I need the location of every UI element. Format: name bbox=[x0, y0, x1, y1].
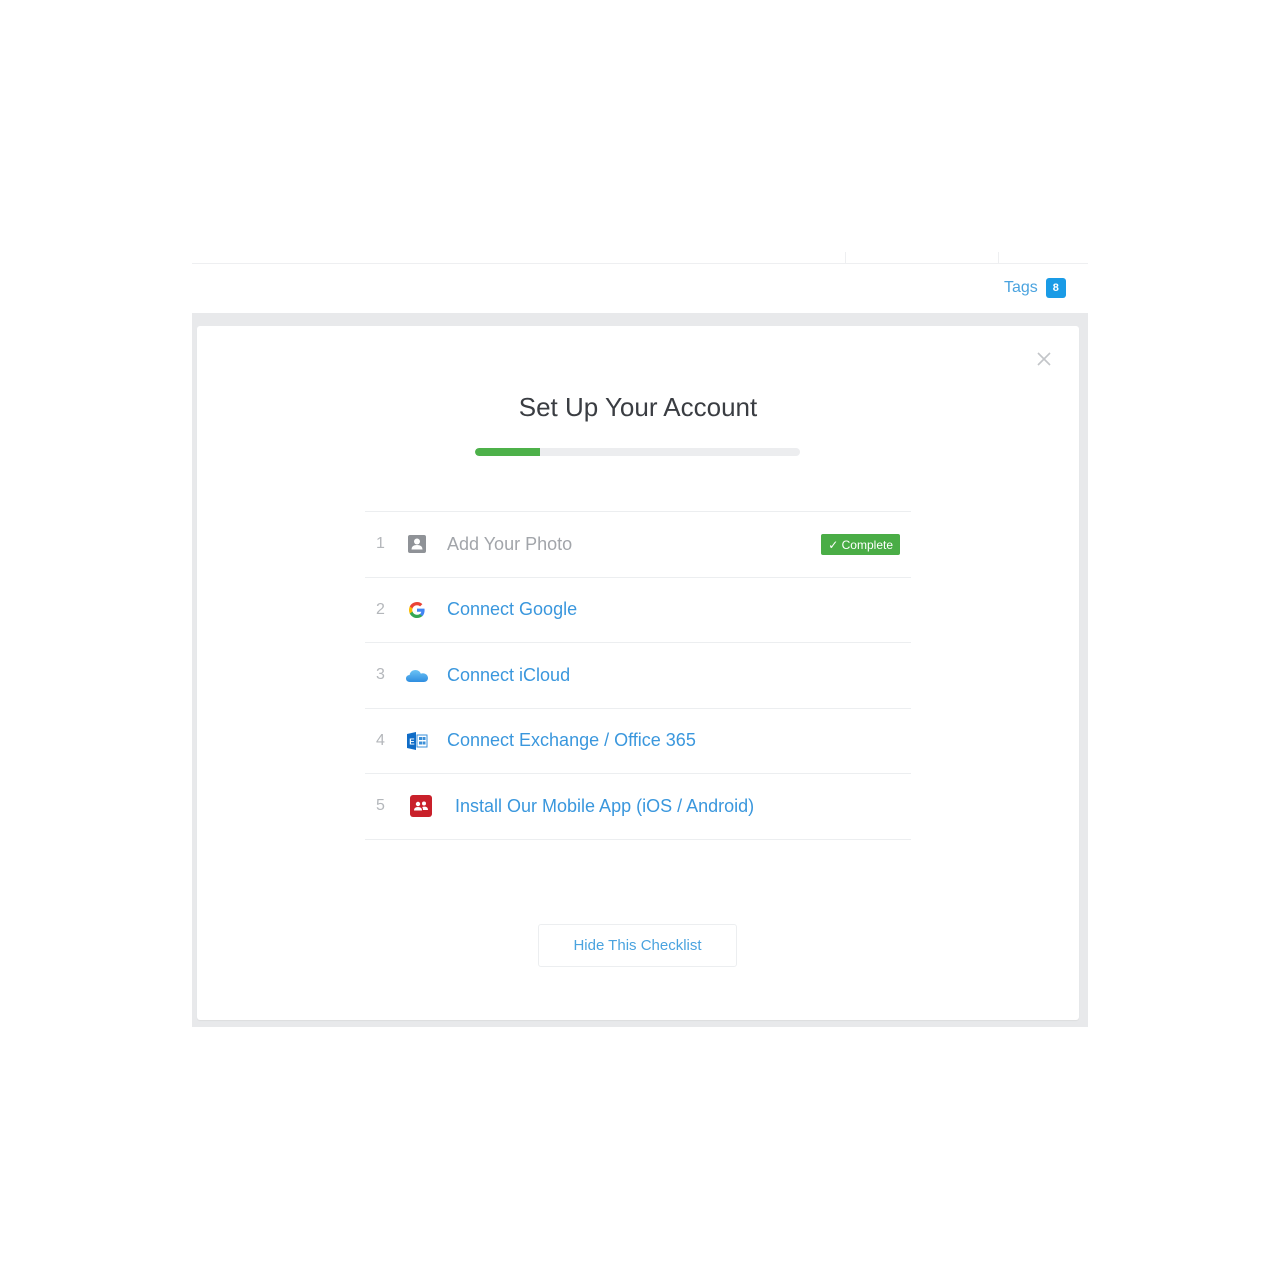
column-separator bbox=[845, 252, 846, 263]
setup-checklist-panel: Set Up Your Account 1 Add Your Photo ✓ C… bbox=[197, 326, 1079, 1020]
item-label: Add Your Photo bbox=[447, 533, 573, 554]
item-number: 1 bbox=[376, 535, 385, 553]
tags-link[interactable]: Tags 8 bbox=[1004, 277, 1066, 299]
top-divider bbox=[192, 263, 1088, 264]
item-label: Connect iCloud bbox=[447, 664, 571, 685]
hide-checklist-button[interactable]: Hide This Checklist bbox=[538, 924, 737, 967]
item-label: Connect Google bbox=[447, 599, 578, 620]
checklist: 1 Add Your Photo ✓ Complete 2 Connect Go… bbox=[365, 511, 911, 840]
item-number: 4 bbox=[376, 731, 385, 749]
item-label: Connect Exchange / Office 365 bbox=[447, 730, 696, 751]
icloud-icon bbox=[405, 664, 429, 686]
item-label: Install Our Mobile App (iOS / Android) bbox=[455, 795, 755, 816]
column-separator bbox=[998, 252, 999, 263]
exchange-icon: E bbox=[405, 730, 429, 752]
google-icon bbox=[405, 599, 429, 621]
close-icon bbox=[1037, 352, 1051, 366]
user-photo-icon bbox=[405, 533, 429, 555]
complete-badge: ✓ Complete bbox=[821, 534, 900, 555]
item-number: 3 bbox=[376, 666, 385, 684]
tags-count-badge: 8 bbox=[1045, 278, 1066, 298]
checklist-item-connect-google[interactable]: 2 Connect Google bbox=[365, 578, 911, 643]
panel-title: Set Up Your Account bbox=[518, 392, 758, 422]
svg-text:E: E bbox=[409, 737, 415, 746]
checklist-item-connect-exchange[interactable]: 4 E Connect Exchange / Office 365 bbox=[365, 709, 911, 774]
tags-label: Tags bbox=[1004, 279, 1038, 296]
checklist-item-connect-icloud[interactable]: 3 Connect iCloud bbox=[365, 643, 911, 709]
checklist-item-install-mobile-app[interactable]: 5 Install Our Mobile App (iOS / Android) bbox=[365, 774, 911, 840]
item-number: 5 bbox=[376, 797, 385, 815]
setup-progress-bar bbox=[475, 448, 800, 456]
checklist-item-add-photo[interactable]: 1 Add Your Photo ✓ Complete bbox=[365, 512, 911, 578]
close-button[interactable] bbox=[1033, 348, 1055, 370]
mobile-app-icon bbox=[409, 795, 433, 818]
progress-fill bbox=[475, 448, 540, 456]
item-number: 2 bbox=[376, 600, 385, 618]
